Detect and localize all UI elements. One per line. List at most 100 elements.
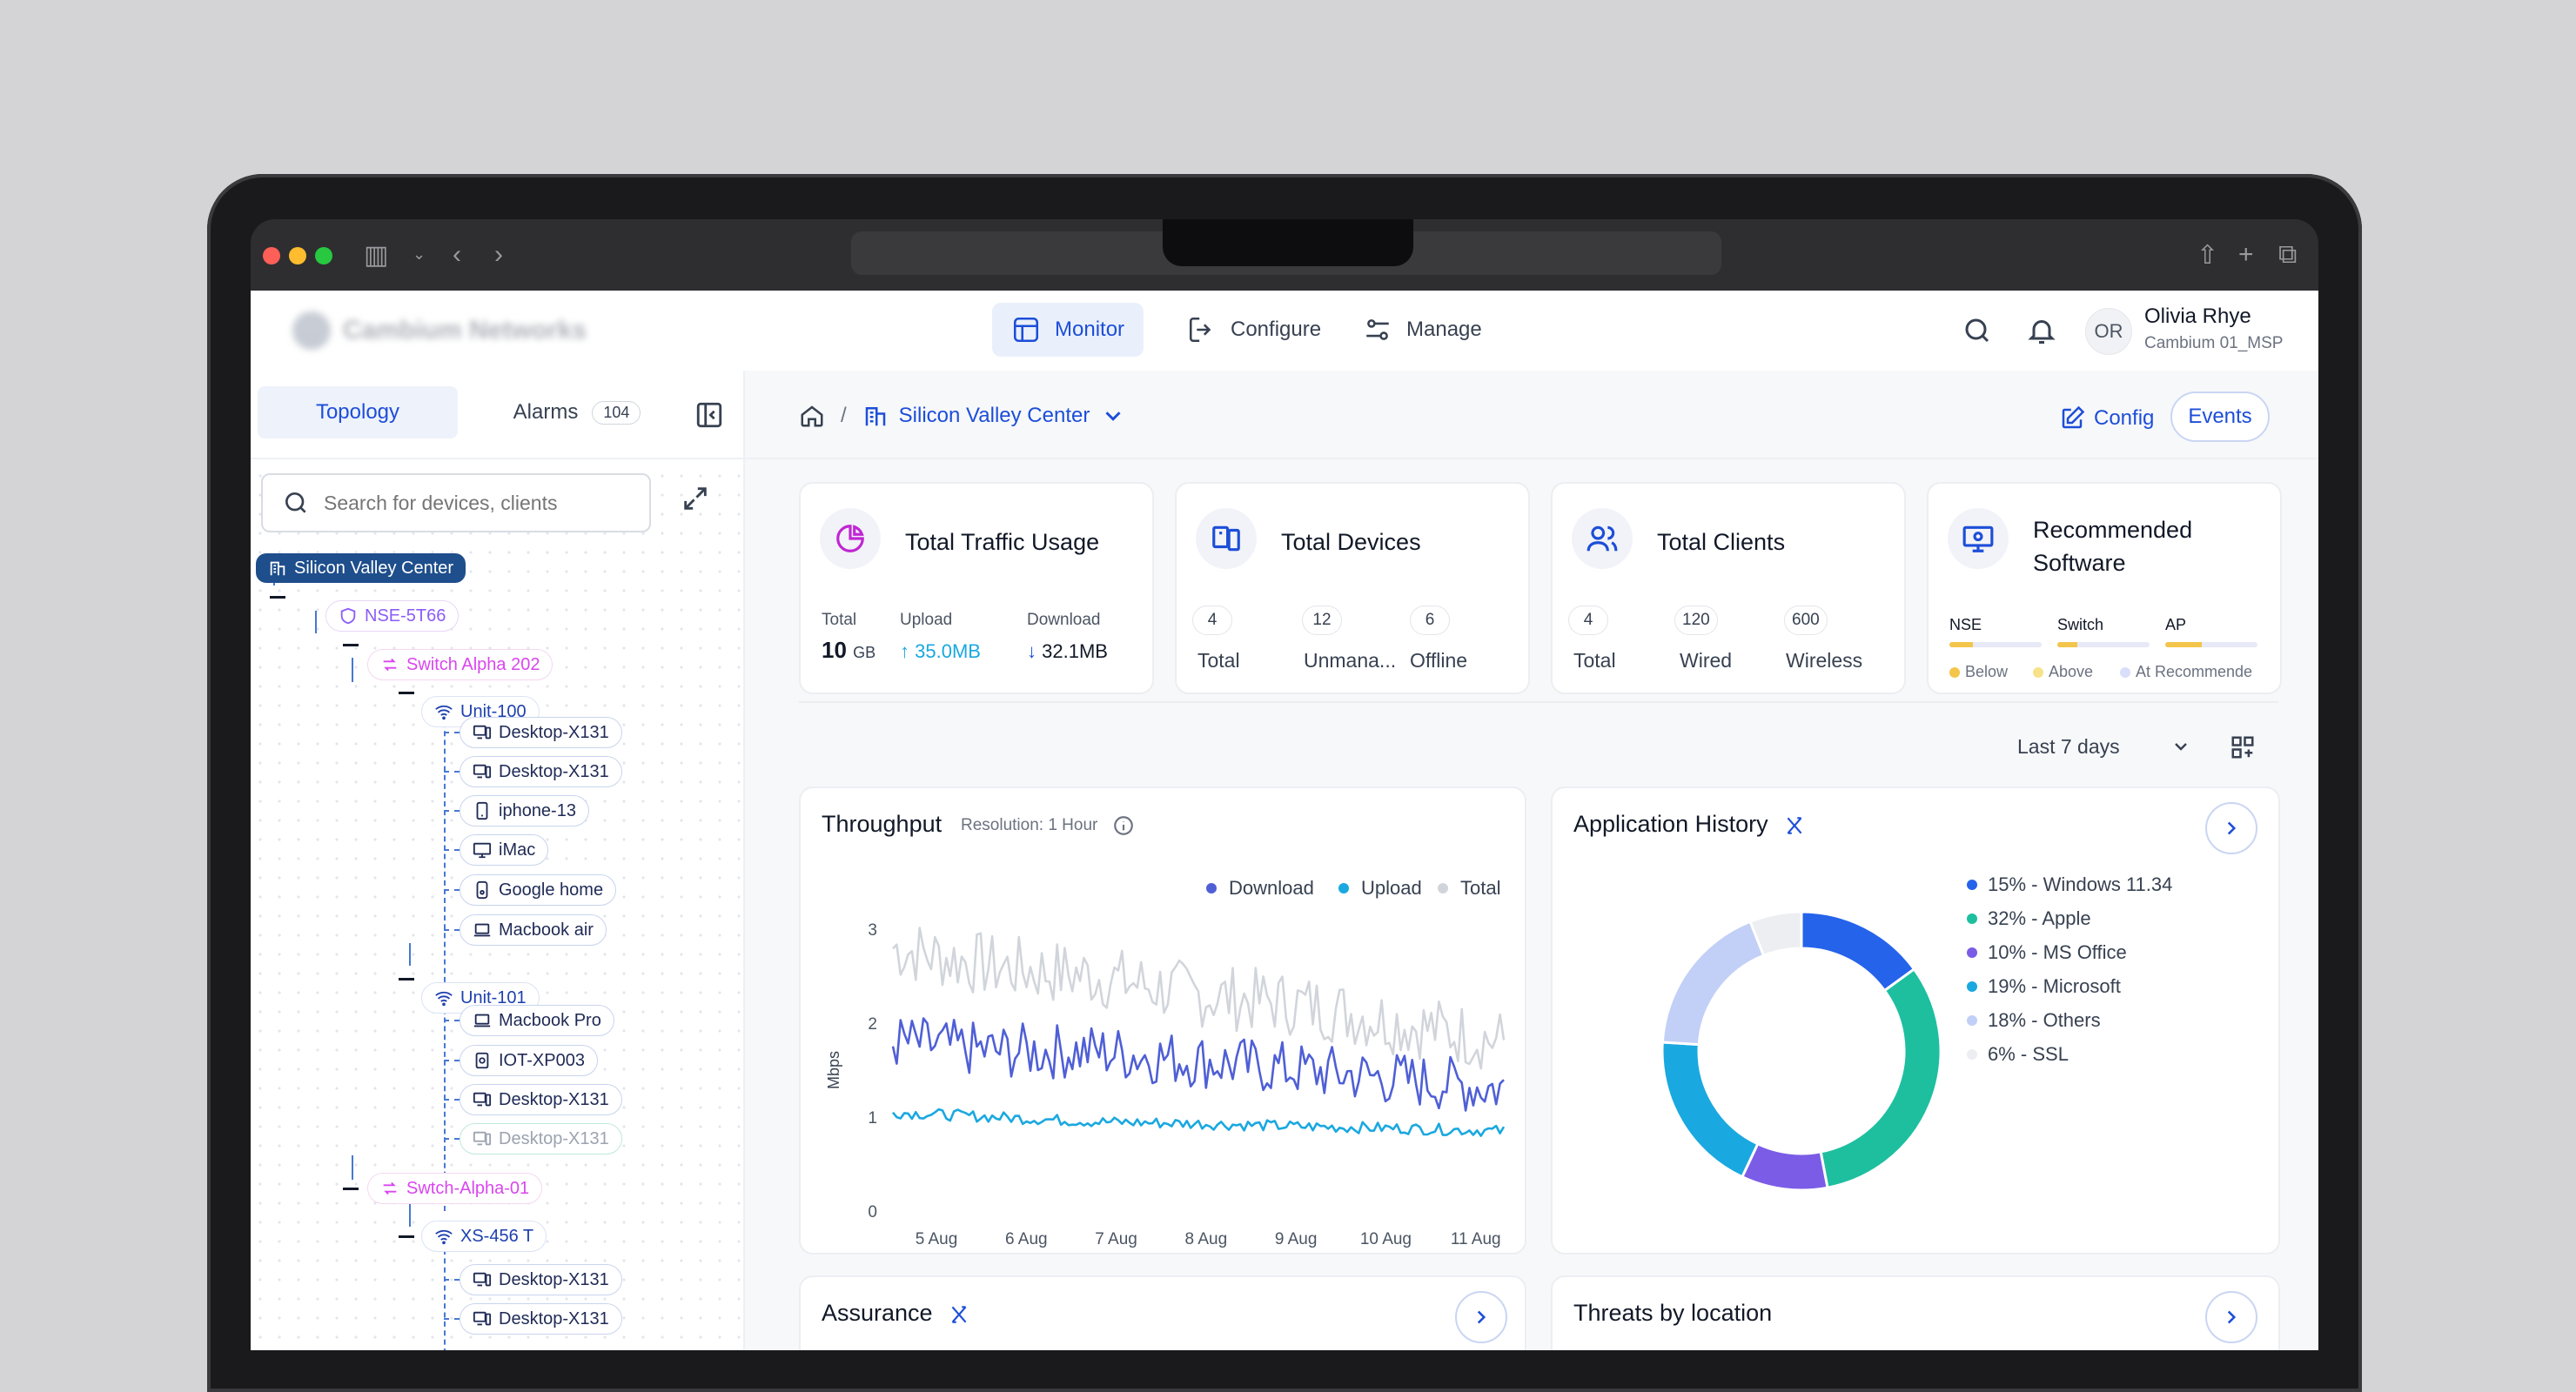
software-legend-item: At Recommende	[2120, 663, 2252, 681]
switch-icon	[383, 1181, 397, 1195]
count-pill: 120	[1674, 606, 1718, 635]
layout-grid-icon[interactable]	[2230, 734, 2256, 760]
desktop-icon	[473, 1092, 492, 1107]
tree-node-label: Google home	[499, 880, 604, 900]
tree-node-unit[interactable]: XS-456 T	[421, 1221, 547, 1252]
site-selector[interactable]: Silicon Valley Center	[862, 403, 1127, 429]
nav-manage-label: Manage	[1406, 318, 1482, 341]
config-button[interactable]: Config	[2059, 397, 2154, 440]
tree-node-switch[interactable]: Switch Alpha 202	[367, 649, 553, 680]
open-threats-button[interactable]	[2205, 1291, 2257, 1343]
wifi-icon	[435, 991, 453, 1007]
donut-slice[interactable]	[1819, 967, 1942, 1189]
kpi-software-card[interactable]: Recommended Software NSE Switch AP Below…	[1927, 482, 2282, 694]
tree-node-label: NSE-5T66	[365, 606, 446, 626]
nav-manage[interactable]: Manage	[1344, 303, 1501, 357]
tree-node-device[interactable]: IOT-XP003	[460, 1045, 598, 1076]
kpi-clients-card[interactable]: Total Clients 4 120 600 Total Wired Wire…	[1551, 482, 1906, 694]
brand-logo[interactable]: Cambium Networks	[292, 310, 587, 351]
kpi-traffic-card[interactable]: Total Traffic Usage Total 10 GB Upload ↑…	[799, 482, 1154, 694]
avatar[interactable]: OR	[2085, 308, 2132, 355]
sidebar-toggle-icon[interactable]: ▥	[364, 240, 388, 271]
nav-configure[interactable]: Configure	[1168, 303, 1340, 357]
site-name: Silicon Valley Center	[898, 404, 1090, 427]
forward-icon[interactable]: ›	[494, 240, 503, 270]
date-range-select[interactable]: Last 7 days	[2017, 729, 2191, 764]
tree-connector	[409, 943, 411, 966]
count-pill: 6	[1410, 606, 1450, 635]
tree-node-device[interactable]: iphone-13	[460, 795, 589, 826]
collapse-toggle[interactable]	[399, 692, 414, 694]
tree-node-label: Swtch-Alpha-01	[406, 1178, 530, 1198]
alarms-count-badge: 104	[592, 400, 641, 425]
collapse-toggle[interactable]	[399, 978, 414, 980]
close-window-button[interactable]	[263, 247, 280, 264]
software-item-label: NSE	[1949, 616, 1982, 633]
tree-node-label: Desktop-X131	[499, 722, 609, 742]
tree-node-device-offline[interactable]: Desktop-X131	[460, 1123, 622, 1154]
device-search-input[interactable]	[322, 490, 639, 516]
tree-node-nse[interactable]: NSE-5T66	[325, 600, 460, 632]
y-tick-label: 2	[868, 1015, 877, 1034]
tree-node-device[interactable]: iMac	[460, 834, 549, 866]
collapse-toggle[interactable]	[399, 1235, 414, 1238]
tree-node-device[interactable]: Google home	[460, 874, 617, 906]
chevron-down-icon[interactable]: ⌄	[413, 245, 426, 264]
collapse-toggle[interactable]	[343, 1188, 359, 1190]
browser-chrome: ▥ ⌄ ‹ › ⇧ + ⧉	[251, 219, 2318, 291]
search-icon[interactable]	[1962, 315, 1993, 346]
desktop-icon	[473, 1131, 492, 1146]
bell-icon[interactable]	[2026, 315, 2057, 346]
software-progress-fill	[2165, 642, 2203, 647]
shield-icon	[340, 607, 356, 625]
donut-legend-item: 10% - MS Office	[1967, 941, 2127, 964]
tree-node-label: Macbook air	[499, 920, 594, 940]
top-nav: Cambium Networks Monitor Configure Manag…	[251, 291, 2318, 372]
manage-icon	[1366, 319, 1389, 340]
collapse-toggle[interactable]	[270, 596, 285, 599]
share-icon[interactable]: ⇧	[2197, 240, 2218, 271]
nav-monitor[interactable]: Monitor	[992, 303, 1144, 357]
monitor-icon	[1013, 317, 1039, 343]
tree-connector	[444, 771, 460, 773]
expand-icon[interactable]	[681, 484, 710, 513]
back-icon[interactable]: ‹	[453, 240, 461, 270]
minimize-window-button[interactable]	[289, 247, 306, 264]
tree-node-device[interactable]: Desktop-X131	[460, 756, 622, 787]
tree-node-device[interactable]: Desktop-X131	[460, 717, 622, 748]
breadcrumb: / Silicon Valley Center	[799, 395, 1126, 437]
kpi-sub-label: Total	[1573, 649, 1616, 672]
home-icon[interactable]	[799, 403, 825, 429]
tab-topology[interactable]: Topology	[258, 386, 458, 438]
zoom-window-button[interactable]	[315, 247, 332, 264]
tree-node-label: iphone-13	[499, 800, 576, 820]
tree-node-device[interactable]: Macbook air	[460, 914, 607, 946]
tree-node-device[interactable]: Desktop-X131	[460, 1303, 622, 1335]
collapse-toggle[interactable]	[343, 644, 359, 646]
donut-legend-label: 6% - SSL	[1988, 1043, 2069, 1065]
tabs-overview-icon[interactable]: ⧉	[2278, 240, 2297, 270]
open-assurance-button[interactable]	[1455, 1291, 1507, 1343]
collapse-sidebar-icon[interactable]	[694, 400, 724, 430]
tree-node-label: Desktop-X131	[499, 1089, 609, 1109]
tree-node-site[interactable]: Silicon Valley Center	[256, 553, 466, 583]
desktop-icon	[473, 725, 492, 740]
kpi-sub-label: Wireless	[1786, 649, 1863, 672]
brand-name: Cambium Networks	[343, 316, 587, 345]
tree-node-device[interactable]: Desktop-X131	[460, 1264, 622, 1295]
donut-legend-label: 18% - Others	[1988, 1009, 2101, 1031]
donut-legend-label: 15% - Windows 11.34	[1988, 873, 2173, 895]
tab-alarms[interactable]: Alarms 104	[477, 386, 677, 438]
donut-slice[interactable]	[1800, 910, 1916, 993]
new-tab-icon[interactable]: +	[2238, 240, 2254, 270]
donut-slice[interactable]	[1660, 1041, 1760, 1179]
tree-node-device[interactable]: Desktop-X131	[460, 1084, 622, 1115]
tree-node-device[interactable]: Macbook Pro	[460, 1005, 614, 1036]
kpi-devices-card[interactable]: Total Devices 4 12 6 Total Unmana... Off…	[1175, 482, 1530, 694]
chevron-right-icon	[2227, 1310, 2237, 1324]
donut-slice[interactable]	[1660, 920, 1766, 1047]
tree-connector	[444, 705, 446, 1000]
tree-node-switch[interactable]: Swtch-Alpha-01	[367, 1173, 543, 1204]
chevron-down-icon	[1105, 412, 1121, 421]
events-button[interactable]: Events	[2170, 392, 2270, 442]
